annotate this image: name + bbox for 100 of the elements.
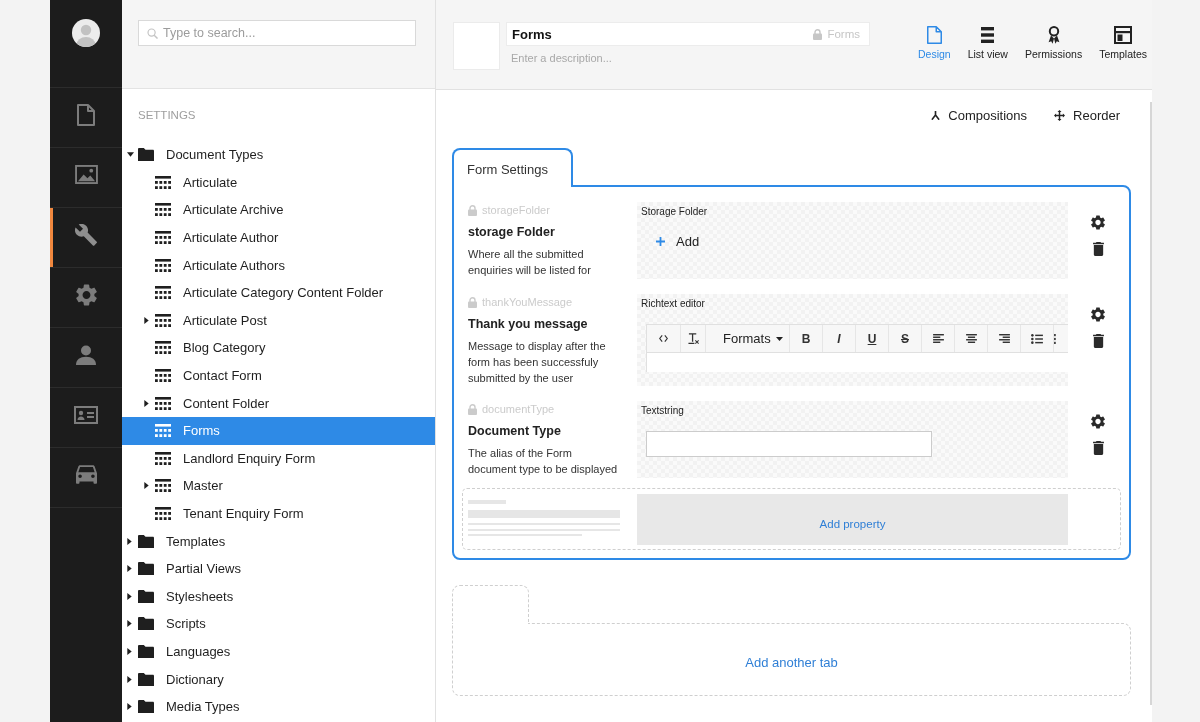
merge-icon xyxy=(931,110,941,120)
tree-item[interactable]: Dictionary xyxy=(122,665,435,693)
add-tab-button[interactable]: Add another tab xyxy=(452,623,1131,696)
italic-button[interactable]: I xyxy=(823,325,856,352)
plus-icon xyxy=(656,237,665,246)
name-field[interactable]: Forms Forms xyxy=(506,22,870,46)
car-icon[interactable] xyxy=(75,465,97,484)
folder-icon xyxy=(138,148,154,162)
caret-icon xyxy=(775,336,783,341)
tree-item[interactable]: Tenant Enquiry Form xyxy=(122,499,435,528)
grid-icon xyxy=(155,424,171,438)
image-icon[interactable] xyxy=(74,165,98,184)
tree-item[interactable]: Forms xyxy=(122,416,435,445)
view-tab[interactable]: Permissions xyxy=(1024,26,1083,62)
grid-icon xyxy=(155,369,171,383)
richtext-field[interactable] xyxy=(646,353,1068,372)
lock-icon xyxy=(468,204,477,216)
tree-item[interactable]: Articulate Author xyxy=(122,223,435,252)
property-description: Message to display after the form has been successfuly submitted by the user xyxy=(468,339,607,386)
compositions-button[interactable]: Compositions xyxy=(931,104,1028,126)
layout-icon xyxy=(1114,26,1133,44)
tree-item[interactable]: Master xyxy=(122,472,435,500)
property-description: Where all the submitted enquiries will be listed for xyxy=(468,247,592,278)
caret-icon[interactable] xyxy=(144,316,149,324)
search-field[interactable]: Type to search... xyxy=(138,20,416,46)
grid-icon xyxy=(155,507,171,520)
description-field[interactable]: Enter a description... xyxy=(506,50,870,66)
tree-item[interactable]: Partial Views xyxy=(122,554,435,583)
caret-icon[interactable] xyxy=(127,592,132,600)
clear-format-icon xyxy=(687,333,699,344)
search-icon xyxy=(147,28,158,39)
tree-item[interactable]: Articulate Archive xyxy=(122,196,435,224)
section-title: SETTINGS xyxy=(138,108,197,123)
tree-item[interactable]: Contact Form xyxy=(122,361,435,390)
folder-icon xyxy=(138,562,154,576)
add-button[interactable]: Add xyxy=(656,234,700,249)
gear-icon[interactable] xyxy=(75,283,97,306)
editor-preview[interactable]: Textstring xyxy=(637,401,1068,478)
underline-button[interactable]: U xyxy=(856,325,889,352)
folder-icon xyxy=(138,645,154,658)
property-name: storage Folder xyxy=(468,224,556,241)
trash-icon[interactable] xyxy=(1092,441,1104,455)
caret-icon[interactable] xyxy=(127,703,132,711)
editor-preview[interactable]: Richtext editor Formats B I U S xyxy=(637,294,1068,386)
editor-label: Storage Folder xyxy=(641,205,709,219)
caret-icon[interactable] xyxy=(127,537,132,545)
tree-item[interactable]: Articulate Post xyxy=(122,306,435,335)
alias-text: Forms xyxy=(827,28,860,40)
formats-dropdown[interactable]: Formats xyxy=(706,325,790,352)
align-right-icon xyxy=(998,334,1010,343)
view-tab[interactable]: Templates xyxy=(1099,26,1147,62)
caret-icon[interactable] xyxy=(127,648,132,655)
grid-icon xyxy=(155,341,171,355)
align-center-icon xyxy=(965,334,977,343)
caret-icon[interactable] xyxy=(127,152,134,158)
caret-icon[interactable] xyxy=(127,675,132,683)
settings-icon[interactable] xyxy=(1091,414,1105,429)
tree-item[interactable]: Articulate Category Content Folder xyxy=(122,278,435,307)
editor-preview[interactable]: Storage Folder Add xyxy=(637,202,1068,279)
tree-item[interactable]: Content Folder xyxy=(122,389,435,417)
settings-icon[interactable] xyxy=(1091,215,1105,230)
reorder-button[interactable]: Reorder xyxy=(1054,104,1120,126)
caret-icon[interactable] xyxy=(127,565,132,573)
strikethrough-button[interactable]: S xyxy=(889,325,922,352)
tree-item[interactable]: Articulate xyxy=(122,168,435,197)
view-tab[interactable]: List view xyxy=(967,26,1008,62)
text-input-field[interactable] xyxy=(646,431,932,457)
trash-icon[interactable] xyxy=(1092,334,1104,348)
trash-icon[interactable] xyxy=(1092,242,1104,256)
property-name: Document Type xyxy=(468,423,562,440)
grid-icon xyxy=(155,451,171,465)
tree-item[interactable]: Templates xyxy=(122,527,435,555)
wrench-icon[interactable] xyxy=(75,223,97,246)
document-icon[interactable] xyxy=(77,103,95,126)
document-icon xyxy=(926,26,942,44)
tree-item[interactable]: Media Types xyxy=(122,692,435,721)
tree-item[interactable]: Scripts xyxy=(122,610,435,638)
grid-icon xyxy=(155,396,171,410)
settings-icon[interactable] xyxy=(1091,307,1105,322)
id-card-icon[interactable] xyxy=(74,405,98,424)
caret-icon[interactable] xyxy=(144,399,149,407)
align-left-icon xyxy=(932,334,944,343)
tree-item[interactable]: Languages xyxy=(122,637,435,666)
caret-icon[interactable] xyxy=(144,482,149,490)
lock-icon xyxy=(813,28,823,40)
tree-item[interactable]: Blog Category xyxy=(122,334,435,362)
folder-icon xyxy=(138,617,154,631)
tree-item[interactable]: Document Types xyxy=(122,141,435,169)
tree-item[interactable]: Articulate Authors xyxy=(122,251,435,279)
grid-icon xyxy=(155,203,171,217)
tree-item[interactable]: Stylesheets xyxy=(122,582,435,611)
person-icon[interactable] xyxy=(76,344,96,365)
caret-icon[interactable] xyxy=(127,620,132,628)
avatar-icon[interactable] xyxy=(72,19,100,47)
active-indicator xyxy=(50,208,53,267)
group-tab[interactable]: Form Settings xyxy=(452,148,573,187)
tree-item[interactable]: Landlord Enquiry Form xyxy=(122,444,435,473)
bold-button[interactable]: B xyxy=(790,325,823,352)
move-icon xyxy=(1054,109,1066,121)
grid-icon xyxy=(155,231,171,245)
